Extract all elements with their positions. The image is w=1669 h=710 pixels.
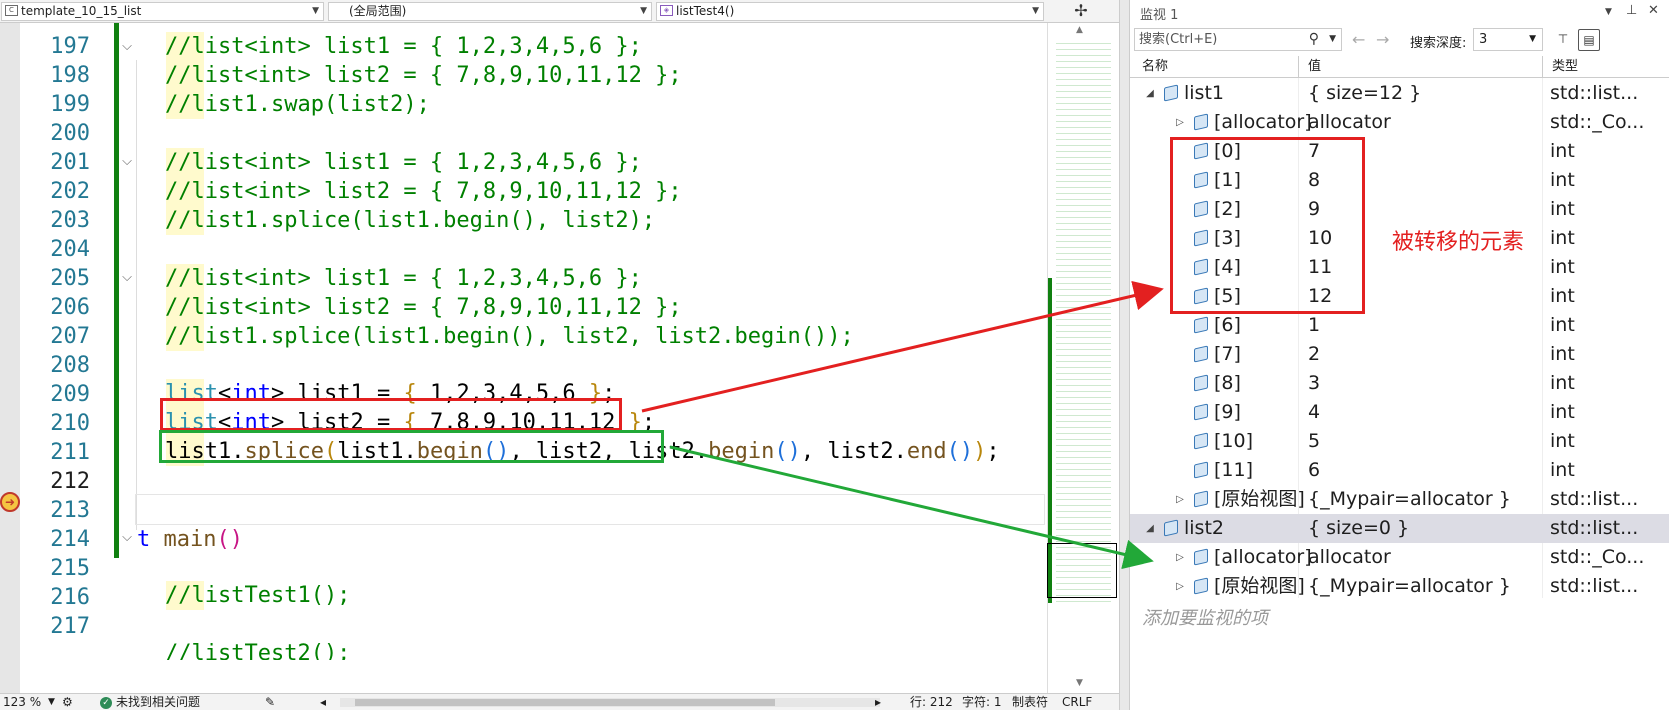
annotation-arrows	[641, 280, 1164, 570]
screen: Ctemplate_10_15_list ▼ (全局范围) ▼ ◈ listTes…	[0, 0, 1669, 710]
arrow-green	[669, 445, 1154, 570]
arrow-red	[641, 280, 1164, 413]
